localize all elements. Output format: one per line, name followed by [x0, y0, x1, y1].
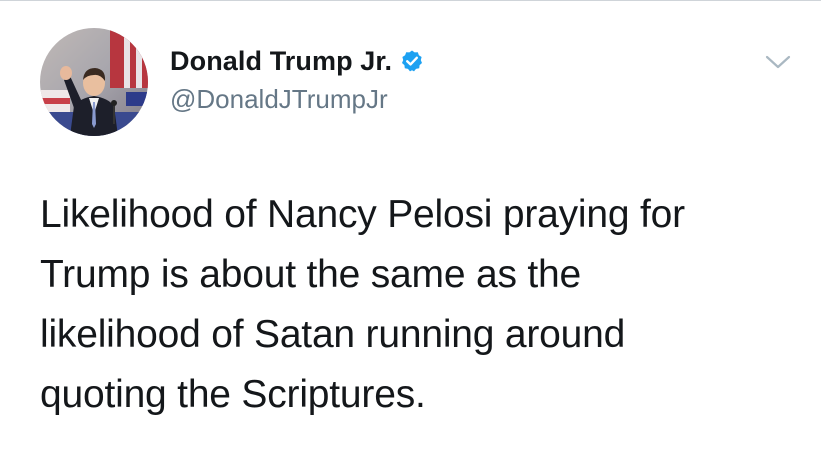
- tweet-text: Likelihood of Nancy Pelosi praying for T…: [40, 193, 685, 416]
- avatar-photo: [40, 28, 148, 136]
- avatar[interactable]: [40, 28, 148, 136]
- author-name-row[interactable]: Donald Trump Jr.: [170, 44, 424, 78]
- display-name[interactable]: Donald Trump Jr.: [170, 46, 392, 77]
- tweet-card: Donald Trump Jr. @DonaldJTrumpJr Likelih…: [0, 0, 821, 453]
- chevron-down-icon[interactable]: [764, 52, 792, 72]
- author-handle[interactable]: @DonaldJTrumpJr: [170, 84, 388, 115]
- verified-badge-icon: [400, 49, 424, 73]
